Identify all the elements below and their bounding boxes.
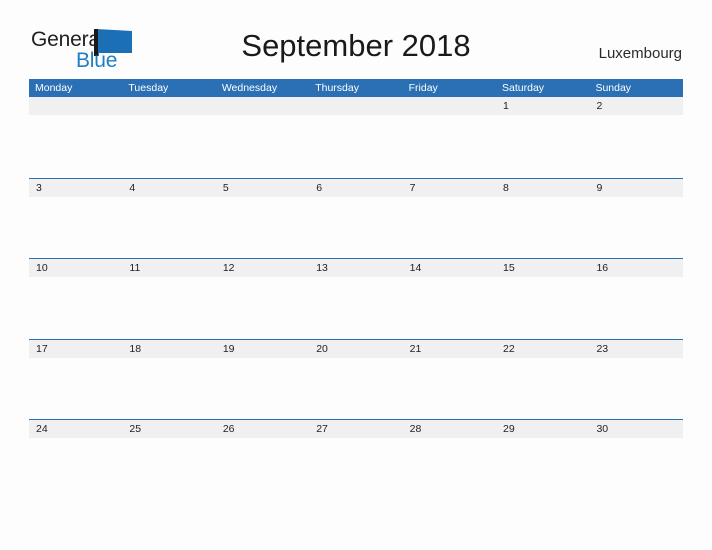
day-cell[interactable]: [309, 97, 402, 115]
day-cell[interactable]: 10: [29, 259, 122, 277]
day-cell[interactable]: 4: [122, 179, 215, 197]
weekday-header-thursday: Thursday: [315, 82, 359, 94]
day-cell[interactable]: 7: [403, 179, 496, 197]
day-cell[interactable]: 8: [496, 179, 589, 197]
calendar-week-row: 1 2: [29, 97, 683, 178]
calendar-page: General Blue September 2018 Luxembourg M…: [0, 0, 712, 550]
day-cell[interactable]: 21: [403, 340, 496, 358]
day-cell[interactable]: 22: [496, 340, 589, 358]
day-cell[interactable]: 6: [309, 179, 402, 197]
weekday-header-sunday: Sunday: [595, 82, 632, 94]
day-cell[interactable]: 11: [122, 259, 215, 277]
week-date-band: 17 18 19 20 21 22 23: [29, 338, 683, 358]
day-cell[interactable]: [403, 97, 496, 115]
calendar-week-row: 10 11 12 13 14 15 16: [29, 258, 683, 339]
day-cell[interactable]: 20: [309, 340, 402, 358]
day-cell[interactable]: 25: [122, 420, 215, 438]
weekday-header-tuesday: Tuesday: [128, 82, 169, 94]
day-cell[interactable]: 15: [496, 259, 589, 277]
day-cell[interactable]: 17: [29, 340, 122, 358]
day-cell[interactable]: 1: [496, 97, 589, 115]
day-cell[interactable]: 28: [403, 420, 496, 438]
weekday-header-wednesday: Wednesday: [221, 82, 278, 94]
day-cell[interactable]: [216, 97, 309, 115]
weekday-header-row: Monday Tuesday Wednesday Thursday Friday…: [29, 79, 683, 97]
week-notes-area[interactable]: [29, 357, 683, 419]
day-cell[interactable]: 9: [589, 179, 682, 197]
day-cell[interactable]: 3: [29, 179, 122, 197]
day-cell[interactable]: 23: [589, 340, 682, 358]
week-date-band: 10 11 12 13 14 15 16: [29, 258, 683, 277]
week-date-band: 3 4 5 6 7 8 9: [29, 177, 683, 197]
day-cell[interactable]: 14: [403, 259, 496, 277]
week-notes-area[interactable]: [29, 277, 683, 338]
day-cell[interactable]: 5: [216, 179, 309, 197]
day-cell[interactable]: 30: [589, 420, 682, 438]
week-notes-area[interactable]: [29, 115, 683, 176]
week-date-band: 1 2: [29, 97, 683, 115]
day-cell[interactable]: 18: [122, 340, 215, 358]
calendar-week-row: 17 18 19 20 21 22 23: [29, 338, 683, 420]
day-cell[interactable]: 19: [216, 340, 309, 358]
page-header: General Blue September 2018 Luxembourg: [0, 0, 712, 78]
week-date-band: 24 25 26 27 28 29 30: [29, 419, 683, 438]
calendar-week-row: 3 4 5 6 7 8 9: [29, 177, 683, 259]
weekday-header-friday: Friday: [408, 82, 438, 94]
day-cell[interactable]: 12: [216, 259, 309, 277]
weekday-header-monday: Monday: [35, 82, 73, 94]
day-cell[interactable]: 2: [589, 97, 682, 115]
day-cell[interactable]: 16: [589, 259, 682, 277]
day-cell[interactable]: [122, 97, 215, 115]
week-notes-area[interactable]: [29, 196, 683, 258]
day-cell[interactable]: 26: [216, 420, 309, 438]
day-cell[interactable]: 13: [309, 259, 402, 277]
weekday-header-saturday: Saturday: [502, 82, 545, 94]
day-cell[interactable]: [29, 97, 122, 115]
calendar-week-row: 24 25 26 27 28 29 30: [29, 419, 683, 500]
calendar-table: Monday Tuesday Wednesday Thursday Friday…: [29, 79, 683, 500]
day-cell[interactable]: 29: [496, 420, 589, 438]
day-cell[interactable]: 24: [29, 420, 122, 438]
country-label: Luxembourg: [598, 45, 682, 62]
week-notes-area[interactable]: [29, 438, 683, 499]
day-cell[interactable]: 27: [309, 420, 402, 438]
